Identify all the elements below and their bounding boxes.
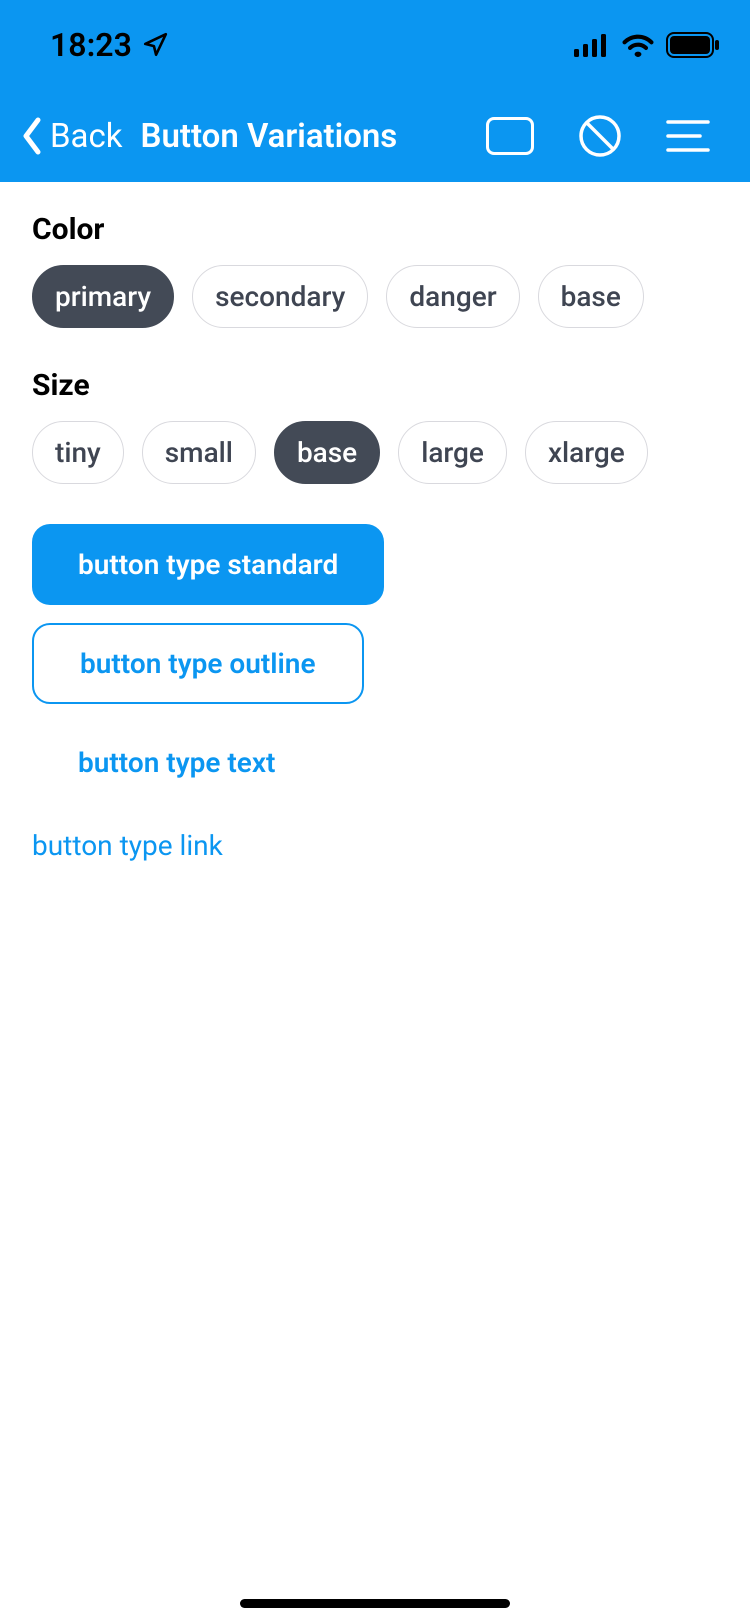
- back-button[interactable]: Back: [20, 116, 123, 156]
- color-option-base[interactable]: base: [538, 265, 644, 328]
- size-option-large[interactable]: large: [398, 421, 507, 484]
- color-pill-row: primary secondary danger base: [32, 265, 718, 328]
- size-option-tiny[interactable]: tiny: [32, 421, 124, 484]
- nav-bar: Back Button Variations: [0, 90, 750, 182]
- location-icon: [142, 32, 168, 58]
- nav-actions: [486, 114, 730, 158]
- button-type-text[interactable]: button type text: [32, 724, 321, 801]
- status-left: 18:23: [50, 26, 168, 64]
- status-bar: 18:23: [0, 0, 750, 90]
- status-time: 18:23: [50, 26, 132, 64]
- color-option-primary[interactable]: primary: [32, 265, 174, 328]
- color-option-secondary[interactable]: secondary: [192, 265, 368, 328]
- color-option-danger[interactable]: danger: [386, 265, 519, 328]
- battery-icon: [666, 32, 720, 58]
- back-label: Back: [50, 117, 123, 156]
- color-section-label: Color: [32, 212, 718, 247]
- size-section-label: Size: [32, 368, 718, 403]
- demo-button-area: button type standard button type outline…: [32, 524, 718, 872]
- page-title: Button Variations: [141, 117, 398, 156]
- menu-icon[interactable]: [666, 118, 710, 154]
- button-type-link[interactable]: button type link: [32, 819, 223, 872]
- content-area: Color primary secondary danger base Size…: [0, 182, 750, 902]
- home-indicator[interactable]: [240, 1599, 510, 1608]
- wifi-icon: [622, 33, 654, 57]
- button-type-standard[interactable]: button type standard: [32, 524, 384, 605]
- size-pill-row: tiny small base large xlarge: [32, 421, 718, 484]
- size-option-small[interactable]: small: [142, 421, 256, 484]
- rectangle-icon[interactable]: [486, 117, 534, 155]
- size-option-base[interactable]: base: [274, 421, 380, 484]
- status-right: [574, 32, 720, 58]
- cellular-icon: [574, 33, 610, 57]
- size-option-xlarge[interactable]: xlarge: [525, 421, 648, 484]
- prohibit-icon[interactable]: [578, 114, 622, 158]
- button-type-outline[interactable]: button type outline: [32, 623, 364, 704]
- chevron-left-icon: [20, 116, 44, 156]
